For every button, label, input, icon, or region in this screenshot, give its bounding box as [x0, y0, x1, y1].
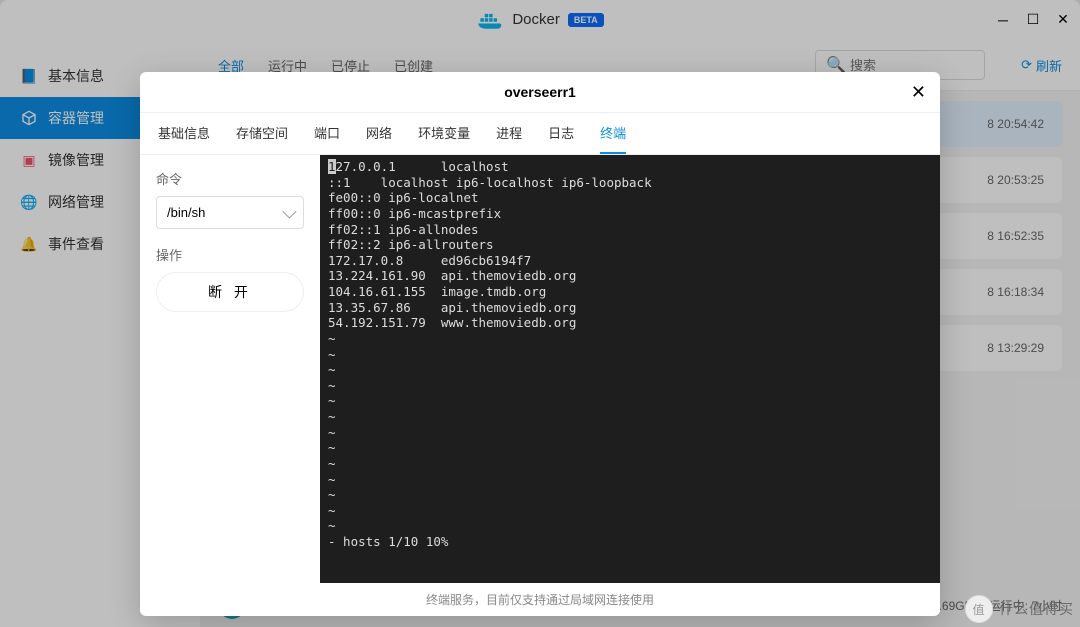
tab-ports[interactable]: 端口 — [314, 123, 340, 154]
command-select[interactable]: /bin/sh — [156, 196, 304, 229]
tab-terminal[interactable]: 终端 — [600, 123, 626, 154]
modal-footer-note: 终端服务，目前仅支持通过局域网连接使用 — [140, 583, 940, 616]
tab-basic[interactable]: 基础信息 — [158, 123, 210, 154]
terminal-output[interactable]: 127.0.0.1 localhost::1 localhost ip6-loc… — [320, 155, 940, 583]
command-value: /bin/sh — [167, 205, 205, 220]
watermark-text: 什么值得买 — [999, 599, 1074, 619]
tab-process[interactable]: 进程 — [496, 123, 522, 154]
watermark: 值 什么值得买 — [965, 595, 1074, 623]
disconnect-button[interactable]: 断 开 — [156, 272, 304, 312]
terminal-sidebar: 命令 /bin/sh 操作 断 开 — [140, 155, 320, 583]
command-label: 命令 — [156, 169, 304, 188]
watermark-badge-icon: 值 — [965, 595, 993, 623]
tab-logs[interactable]: 日志 — [548, 123, 574, 154]
chevron-down-icon — [282, 204, 296, 218]
modal-header: overseerr1 ✕ — [140, 72, 940, 113]
modal-body: 命令 /bin/sh 操作 断 开 127.0.0.1 localhost::1… — [140, 155, 940, 583]
tab-network[interactable]: 网络 — [366, 123, 392, 154]
modal-tabs: 基础信息 存储空间 端口 网络 环境变量 进程 日志 终端 — [140, 113, 940, 155]
tab-storage[interactable]: 存储空间 — [236, 123, 288, 154]
tab-env[interactable]: 环境变量 — [418, 123, 470, 154]
container-detail-modal: overseerr1 ✕ 基础信息 存储空间 端口 网络 环境变量 进程 日志 … — [140, 72, 940, 616]
modal-close-button[interactable]: ✕ — [911, 82, 926, 103]
modal-title: overseerr1 — [504, 84, 576, 100]
action-label: 操作 — [156, 245, 304, 264]
modal-backdrop: overseerr1 ✕ 基础信息 存储空间 端口 网络 环境变量 进程 日志 … — [0, 0, 1080, 627]
